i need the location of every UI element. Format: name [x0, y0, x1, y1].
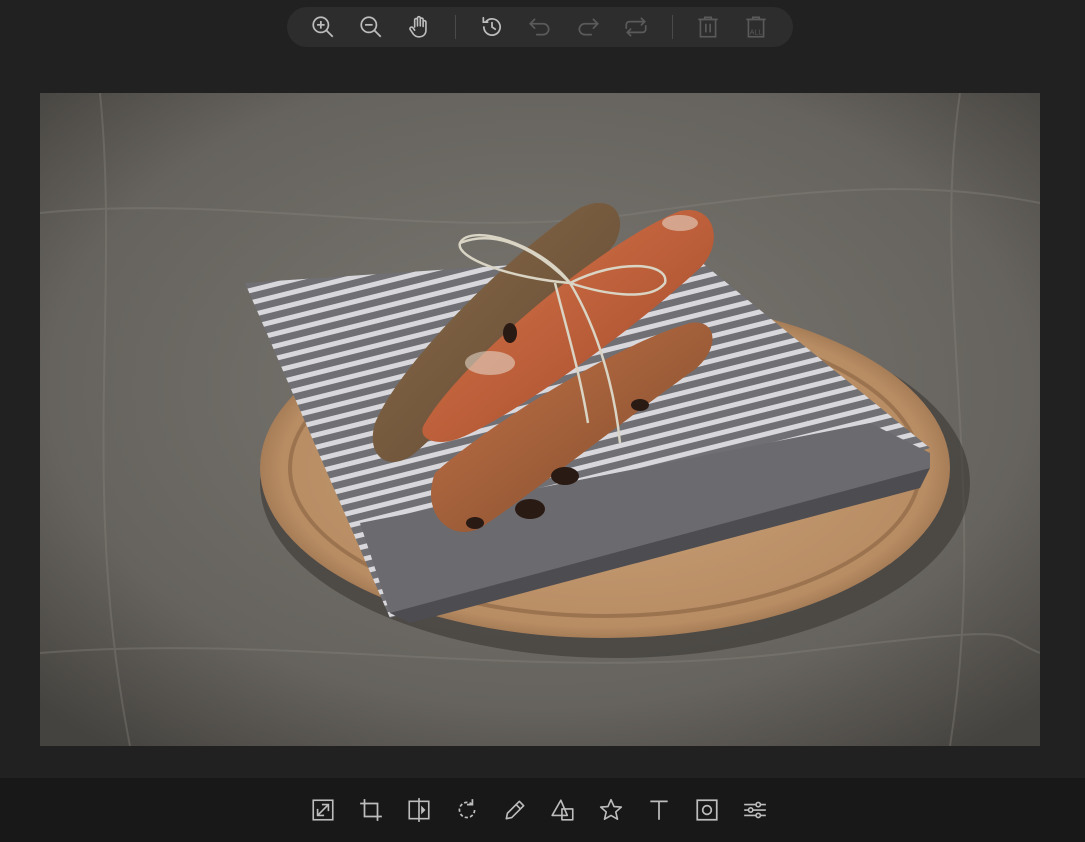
resize-icon — [312, 799, 334, 821]
text-button[interactable] — [643, 794, 675, 826]
toolbar-separator — [672, 15, 673, 39]
undo-button[interactable] — [524, 11, 556, 43]
top-toolbar: ALL — [287, 7, 793, 47]
undo-icon — [529, 18, 550, 36]
draw-button[interactable] — [499, 794, 531, 826]
filter-button[interactable] — [739, 794, 771, 826]
filter-icon — [744, 801, 766, 819]
toolbar-separator — [455, 15, 456, 39]
hand-pan-button[interactable] — [403, 11, 435, 43]
image-canvas[interactable] — [40, 93, 1040, 746]
photo-bread-on-board — [40, 93, 1040, 746]
delete-button[interactable] — [692, 11, 724, 43]
zoom-out-button[interactable] — [355, 11, 387, 43]
mask-icon — [696, 799, 718, 821]
history-button[interactable] — [476, 11, 508, 43]
redo-icon — [578, 18, 599, 36]
reset-icon — [625, 17, 647, 37]
flip-button[interactable] — [403, 794, 435, 826]
history-icon — [482, 16, 501, 36]
rotate-button[interactable] — [451, 794, 483, 826]
hand-pan-icon — [409, 15, 427, 38]
zoom-in-icon — [312, 16, 334, 38]
text-icon — [650, 800, 668, 820]
zoom-out-icon — [360, 16, 382, 38]
star-button[interactable] — [595, 794, 627, 826]
mask-button[interactable] — [691, 794, 723, 826]
zoom-in-button[interactable] — [307, 11, 339, 43]
delete-all-label: ALL — [750, 30, 763, 37]
resize-button[interactable] — [307, 794, 339, 826]
crop-button[interactable] — [355, 794, 387, 826]
delete-all-icon: ALL — [746, 16, 766, 38]
shape-button[interactable] — [547, 794, 579, 826]
bottom-toolbar — [0, 778, 1085, 842]
star-icon — [599, 798, 623, 821]
flip-icon — [408, 798, 430, 822]
reset-button[interactable] — [620, 11, 652, 43]
crop-icon — [360, 799, 382, 821]
delete-icon — [698, 16, 718, 38]
shape-icon — [551, 799, 574, 821]
rotate-icon — [458, 799, 476, 819]
redo-button[interactable] — [572, 11, 604, 43]
delete-all-button[interactable]: ALL — [740, 11, 772, 43]
draw-icon — [505, 800, 525, 820]
